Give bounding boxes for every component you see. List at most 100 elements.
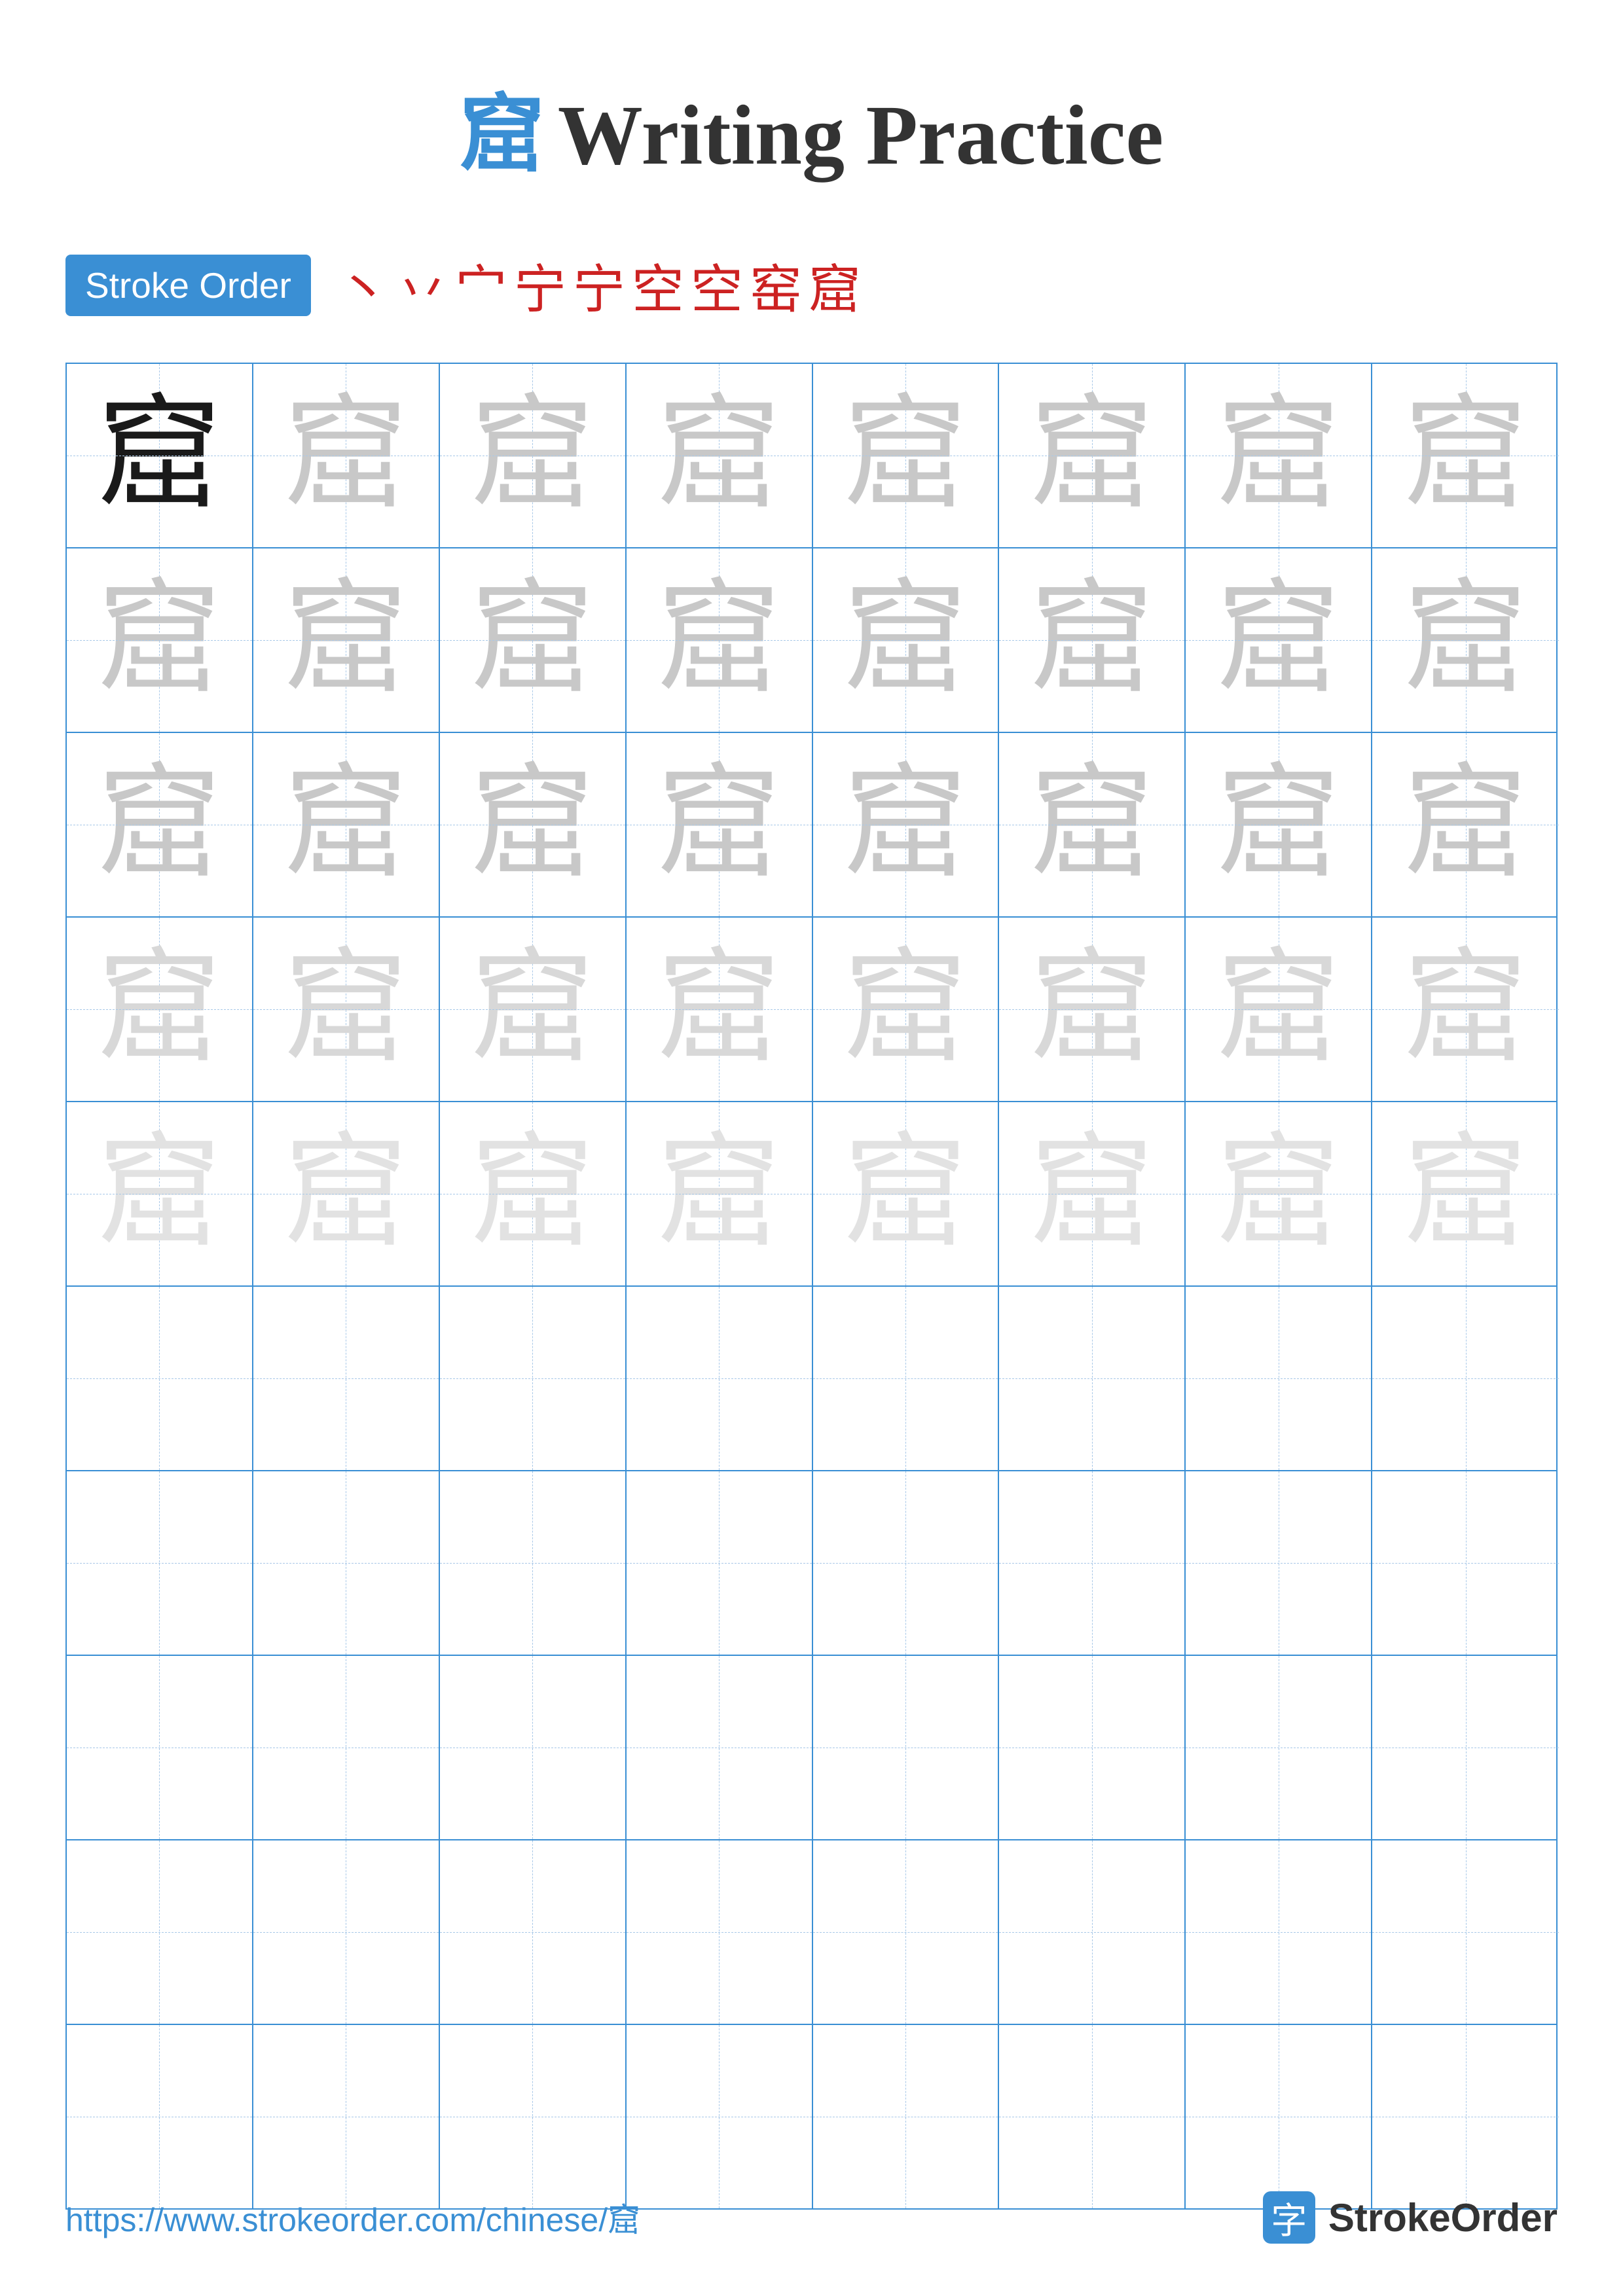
stroke-2: 丷: [396, 247, 448, 323]
grid-cell[interactable]: [813, 1287, 1000, 1470]
grid-cell[interactable]: 窟: [999, 733, 1186, 916]
stroke-1: 丶: [337, 247, 390, 323]
grid-cell[interactable]: [1186, 1656, 1372, 1839]
grid-cell[interactable]: [67, 1471, 253, 1655]
grid-cell[interactable]: 窟: [813, 733, 1000, 916]
grid-cell[interactable]: [999, 2025, 1186, 2208]
grid-cell[interactable]: [67, 1656, 253, 1839]
grid-cell[interactable]: 窟: [1186, 364, 1372, 547]
grid-cell[interactable]: 窟: [1372, 364, 1559, 547]
grid-cell[interactable]: [813, 2025, 1000, 2208]
grid-cell[interactable]: [253, 1471, 440, 1655]
grid-cell[interactable]: 窟: [1186, 1102, 1372, 1285]
grid-cell[interactable]: [253, 1840, 440, 2024]
grid-cell[interactable]: [253, 1656, 440, 1839]
grid-cell[interactable]: [1186, 2025, 1372, 2208]
grid-row-4: 窟 窟 窟 窟 窟 窟 窟 窟: [67, 918, 1556, 1102]
grid-cell[interactable]: 窟: [67, 1102, 253, 1285]
grid-cell[interactable]: [813, 1840, 1000, 2024]
grid-cell[interactable]: [253, 1287, 440, 1470]
grid-cell[interactable]: 窟: [1186, 733, 1372, 916]
grid-row-9: [67, 1840, 1556, 2025]
grid-cell[interactable]: 窟: [999, 548, 1186, 732]
footer-brand-name: StrokeOrder: [1328, 2195, 1558, 2240]
grid-cell[interactable]: 窟: [999, 364, 1186, 547]
title-text: Writing Practice: [558, 88, 1163, 183]
grid-cell[interactable]: [1186, 1287, 1372, 1470]
stroke-order-chars: 丶 丷 宀 宁 宁 空 空 窑 窟: [337, 247, 861, 323]
footer-url-link[interactable]: https://www.strokeorder.com/chinese/窟: [65, 2194, 640, 2241]
stroke-7: 空: [691, 247, 743, 323]
grid-cell[interactable]: 窟: [67, 733, 253, 916]
page-title: 窟Writing Practice: [0, 0, 1623, 228]
grid-cell[interactable]: 窟: [813, 918, 1000, 1101]
grid-cell[interactable]: [67, 1287, 253, 1470]
grid-cell[interactable]: 窟: [813, 1102, 1000, 1285]
grid-cell[interactable]: [627, 2025, 813, 2208]
grid-cell[interactable]: [1186, 1840, 1372, 2024]
footer: https://www.strokeorder.com/chinese/窟 字 …: [0, 2191, 1623, 2244]
grid-cell[interactable]: 窟: [627, 1102, 813, 1285]
grid-cell[interactable]: [627, 1471, 813, 1655]
stroke-9: 窟: [809, 247, 861, 323]
grid-row-10: [67, 2025, 1556, 2208]
grid-row-5: 窟 窟 窟 窟 窟 窟 窟 窟: [67, 1102, 1556, 1287]
grid-cell[interactable]: 窟: [253, 733, 440, 916]
grid-cell[interactable]: [440, 2025, 627, 2208]
footer-brand: 字 StrokeOrder: [1263, 2191, 1558, 2244]
grid-cell[interactable]: [1186, 1471, 1372, 1655]
grid-cell[interactable]: [1372, 1840, 1559, 2024]
grid-cell[interactable]: [440, 1287, 627, 1470]
grid-cell[interactable]: [67, 2025, 253, 2208]
grid-cell[interactable]: 窟: [253, 548, 440, 732]
grid-cell[interactable]: 窟: [67, 548, 253, 732]
grid-cell[interactable]: [1372, 1287, 1559, 1470]
grid-cell[interactable]: [253, 2025, 440, 2208]
grid-cell[interactable]: 窟: [1372, 548, 1559, 732]
grid-row-8: [67, 1656, 1556, 1840]
grid-cell[interactable]: 窟: [1372, 1102, 1559, 1285]
grid-cell[interactable]: 窟: [253, 1102, 440, 1285]
grid-cell[interactable]: 窟: [627, 733, 813, 916]
grid-cell[interactable]: 窟: [440, 1102, 627, 1285]
grid-cell[interactable]: 窟: [440, 364, 627, 547]
grid-cell[interactable]: 窟: [1186, 918, 1372, 1101]
grid-cell[interactable]: 窟: [440, 548, 627, 732]
grid-cell[interactable]: [440, 1471, 627, 1655]
grid-cell[interactable]: 窟: [1186, 548, 1372, 732]
grid-cell[interactable]: 窟: [999, 1102, 1186, 1285]
grid-cell[interactable]: [627, 1840, 813, 2024]
grid-cell[interactable]: 窟: [627, 918, 813, 1101]
grid-cell[interactable]: 窟: [440, 918, 627, 1101]
grid-cell[interactable]: [627, 1656, 813, 1839]
grid-cell[interactable]: [440, 1840, 627, 2024]
grid-cell[interactable]: [1372, 1471, 1559, 1655]
grid-cell[interactable]: 窟: [999, 918, 1186, 1101]
grid-cell[interactable]: [813, 1471, 1000, 1655]
grid-cell[interactable]: 窟: [627, 364, 813, 547]
stroke-3: 宀: [455, 247, 507, 323]
grid-cell[interactable]: [627, 1287, 813, 1470]
grid-cell[interactable]: [999, 1656, 1186, 1839]
grid-cell[interactable]: [999, 1471, 1186, 1655]
grid-cell[interactable]: [813, 1656, 1000, 1839]
grid-cell[interactable]: 窟: [813, 364, 1000, 547]
grid-cell[interactable]: 窟: [253, 364, 440, 547]
grid-cell[interactable]: [67, 1840, 253, 2024]
grid-cell[interactable]: 窟: [253, 918, 440, 1101]
grid-cell[interactable]: 窟: [813, 548, 1000, 732]
grid-cell[interactable]: 窟: [67, 364, 253, 547]
stroke-4: 宁: [514, 247, 566, 323]
grid-cell[interactable]: 窟: [1372, 918, 1559, 1101]
grid-cell[interactable]: 窟: [627, 548, 813, 732]
grid-cell[interactable]: [999, 1840, 1186, 2024]
grid-row-2: 窟 窟 窟 窟 窟 窟 窟 窟: [67, 548, 1556, 733]
grid-cell[interactable]: 窟: [67, 918, 253, 1101]
grid-cell[interactable]: [999, 1287, 1186, 1470]
grid-cell[interactable]: [440, 1656, 627, 1839]
title-character: 窟: [460, 88, 545, 183]
grid-cell[interactable]: [1372, 2025, 1559, 2208]
grid-cell[interactable]: 窟: [1372, 733, 1559, 916]
grid-cell[interactable]: 窟: [440, 733, 627, 916]
grid-cell[interactable]: [1372, 1656, 1559, 1839]
